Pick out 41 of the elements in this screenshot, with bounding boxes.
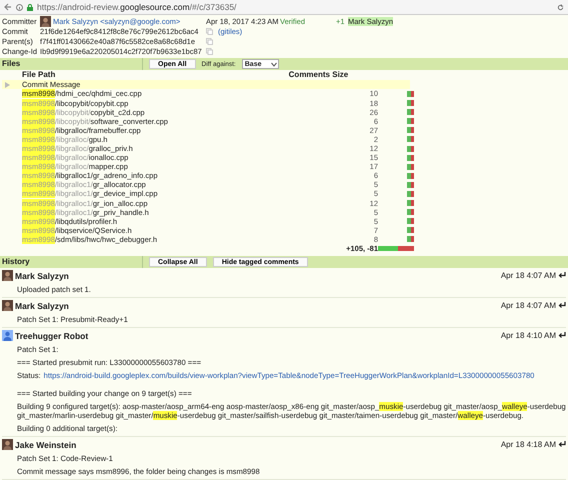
size-bar-icon [407, 182, 414, 188]
author-name: Treehugger Robot [15, 330, 90, 340]
total-size-bar [378, 246, 414, 252]
column-header: Comments [288, 70, 330, 80]
size-bar-icon [407, 200, 414, 206]
size-bar-icon [407, 236, 414, 242]
size-bar-icon [407, 90, 414, 97]
column-header: Size [331, 70, 350, 80]
comment-date: Apr 18 4:07 AM [500, 301, 556, 310]
size-bar-icon [407, 146, 414, 152]
size-bar-icon [407, 209, 414, 216]
size-bar-icon [407, 109, 414, 116]
size-bar-icon [407, 218, 414, 224]
reply-icon[interactable] [558, 441, 566, 448]
size-bar-icon [407, 164, 414, 170]
reply-icon[interactable] [558, 332, 566, 339]
size-bar-icon [407, 227, 414, 234]
back-icon[interactable] [4, 3, 12, 12]
author-name: Jake Weinstein [15, 440, 78, 450]
caret-icon [271, 62, 278, 67]
section-title: Files [2, 58, 143, 70]
size-bar-icon [407, 154, 414, 161]
comment-date: Apr 18 4:10 AM [500, 331, 556, 340]
info-icon[interactable] [16, 4, 23, 11]
size-bar-icon [407, 127, 414, 134]
size-bar-icon [407, 136, 414, 142]
author-name: Mark Salyzyn [15, 300, 70, 310]
reply-icon[interactable] [558, 302, 566, 309]
size-bar-icon [407, 100, 414, 106]
comment-date: Apr 18 4:07 AM [500, 271, 556, 280]
avatar-icon [40, 16, 51, 28]
reply-icon[interactable] [558, 272, 566, 279]
lock-icon [27, 4, 33, 11]
column-header: File Path [22, 70, 56, 80]
comment-date: Apr 18 4:18 AM [500, 440, 556, 449]
size-bar-icon [407, 118, 414, 124]
reload-icon[interactable] [557, 4, 564, 11]
size-bar-icon [407, 191, 414, 198]
author-name: Mark Salyzyn [15, 270, 70, 280]
section-title: History [2, 256, 143, 268]
size-bar-icon [407, 172, 414, 179]
